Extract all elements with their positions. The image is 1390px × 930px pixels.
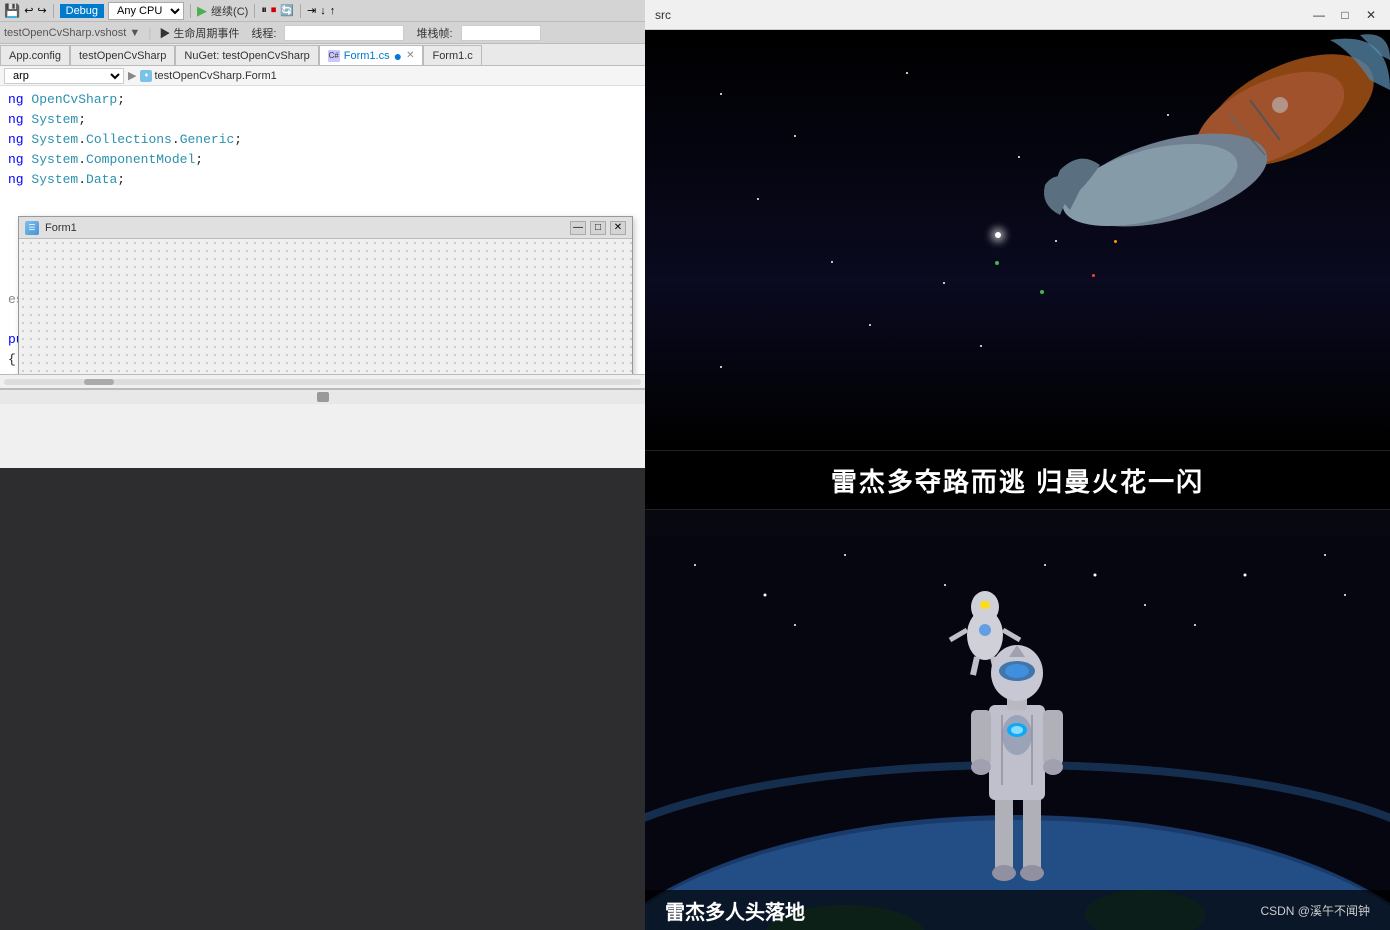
stack-dropdown[interactable] [461,25,541,41]
form1-window-icon: ☰ [25,221,39,235]
src-title: src [655,8,1302,22]
src-image-bottom: 雷杰多人头落地 CSDN @溪午不闻钟 [645,510,1390,930]
tab-testopencvsharp[interactable]: testOpenCvSharp [70,45,175,65]
breadcrumb-class-path: testOpenCvSharp.Form1 [154,70,276,82]
tab-form1cs-close[interactable]: ✕ [406,50,414,61]
form1-maximize-button[interactable]: □ [590,221,606,235]
undo-icon[interactable]: ↩ [24,4,33,17]
tab-appconfig-label: App.config [9,50,61,62]
robot-arm-svg [970,30,1390,330]
tab-form1cs-label: Form1.cs [344,50,390,62]
lower-scroll-thumb[interactable] [317,392,329,402]
tab-appconfig[interactable]: App.config [0,45,70,65]
subtitle-top-text: 雷杰多夺路而逃 归曼火花一闪 [831,462,1204,499]
vs-code-area[interactable]: ng OpenCvSharp; ng System; ng System.Col… [0,86,645,374]
form1-tab-icon: C# [328,50,340,62]
breadcrumb-separator: ▶ [128,69,136,82]
breadcrumb-class: ♦ testOpenCvSharp.Form1 [140,70,276,82]
subtitle-bar-bottom: 雷杰多人头落地 CSDN @溪午不闻钟 [645,890,1390,930]
star-4 [757,198,759,200]
step-over-icon[interactable]: ⇥ [307,4,316,17]
form1-titlebar[interactable]: ☰ Form1 — □ ✕ [19,217,632,239]
vshost-label: testOpenCvSharp.vshost ▼ [4,27,140,39]
step-out-icon[interactable]: ↑ [330,5,336,17]
stack-label: 堆栈帧: [416,25,452,41]
scrollbar-thumb[interactable] [84,379,114,385]
vs-main-toolbar: 💾 ↩ ↪ Debug Any CPU ▶ 继续(C) ⏸ ⏹ 🔄 ⇥ ↓ ↑ [0,0,645,22]
code-line-6 [8,190,641,210]
vs-panel: 💾 ↩ ↪ Debug Any CPU ▶ 继续(C) ⏸ ⏹ 🔄 ⇥ ↓ ↑ … [0,0,645,930]
form1-designer-body[interactable]: button1 [19,239,632,374]
tab-testopencvsharp-label: testOpenCvSharp [79,50,166,62]
save-icon[interactable]: 💾 [4,3,20,19]
code-line-1: ng OpenCvSharp; [8,90,641,110]
redo-icon[interactable]: ↪ [37,4,46,17]
stop-icon[interactable]: ⏹ [271,4,277,17]
toolbar-separator-2 [190,4,191,18]
debug-button[interactable]: Debug [60,4,104,18]
tab-form1c-label: Form1.c [432,50,472,62]
step-in-icon[interactable]: ↓ [320,5,326,17]
src-image-top [645,30,1390,450]
code-line-4: ng System.ComponentModel; [8,150,641,170]
star-2 [794,135,796,137]
vs-secondary-toolbar: testOpenCvSharp.vshost ▼ | ▶ 生命周期事件 线程: … [0,22,645,44]
code-line-2: ng System; [8,110,641,130]
star-12 [980,345,982,347]
pause-icon[interactable]: ⏸ [261,4,267,17]
star-10 [869,324,871,326]
src-close-button[interactable]: ✕ [1362,6,1380,24]
play-button[interactable]: ▶ [197,3,207,19]
tab-nuget[interactable]: NuGet: testOpenCvSharp [175,45,318,65]
form1-window-title: Form1 [45,222,564,234]
form1-designer-window: ☰ Form1 — □ ✕ button1 [18,216,633,374]
src-image-content: 雷杰多夺路而逃 归曼火花一闪 [645,30,1390,930]
code-line-3: ng System.Collections.Generic; [8,130,641,150]
star-1 [720,93,722,95]
toolbar-separator [53,4,54,18]
star-9 [943,282,945,284]
code-line-5: ng System.Data; [8,170,641,190]
toolbar2-separator: | [148,26,151,40]
toolbar-separator-4 [300,4,301,18]
src-titlebar: src — □ ✕ [645,0,1390,30]
src-panel: src — □ ✕ [645,0,1390,930]
star-3 [906,72,908,74]
continue-label[interactable]: 继续(C) [211,3,248,19]
form1-window-controls: — □ ✕ [570,221,626,235]
tab-nuget-label: NuGet: testOpenCvSharp [184,50,309,62]
star-5 [831,261,833,263]
bottom-scene-svg [645,510,1390,930]
scrollbar-track [4,379,641,385]
vs-lower-scrollbar[interactable] [0,390,645,404]
tab-form1c[interactable]: Form1.c [423,45,481,65]
thread-dropdown[interactable] [284,25,404,41]
scene-top [645,30,1390,450]
tab-form1cs[interactable]: C# Form1.cs ● ✕ [319,45,424,65]
vs-lower-panel [0,388,645,468]
src-minimize-button[interactable]: — [1310,6,1328,24]
src-maximize-button[interactable]: □ [1336,6,1354,24]
form1-close-button[interactable]: ✕ [610,221,626,235]
cpu-dropdown[interactable]: Any CPU [108,2,184,20]
lifecycle-label[interactable]: ▶ 生命周期事件 [159,25,239,41]
horizontal-scrollbar[interactable] [0,374,645,388]
toolbar-separator-3 [254,4,255,18]
watermark-text: CSDN @溪午不闻钟 [1260,902,1370,919]
form1-minimize-button[interactable]: — [570,221,586,235]
class-icon: ♦ [140,70,152,82]
namespace-dropdown[interactable]: arp [4,68,124,84]
subtitle-bar-top: 雷杰多夺路而逃 归曼火花一闪 [645,450,1390,510]
form1cs-modified-dot: ● [394,48,402,64]
vs-breadcrumb: arp ▶ ♦ testOpenCvSharp.Form1 [0,66,645,86]
star-11 [720,366,722,368]
vs-tabs-row: App.config testOpenCvSharp NuGet: testOp… [0,44,645,66]
thread-label: 线程: [251,25,276,41]
subtitle-bottom-text: 雷杰多人头落地 [665,896,805,925]
restart-icon[interactable]: 🔄 [280,4,294,17]
